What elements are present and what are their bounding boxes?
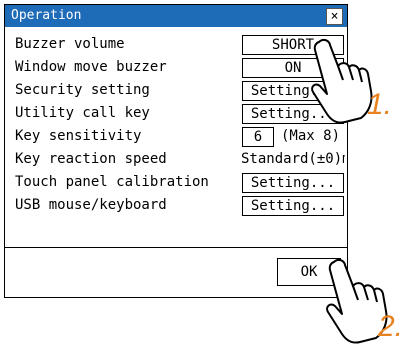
operation-dialog: Operation × Buzzer volume SHORT Window m… (4, 4, 348, 298)
close-icon[interactable]: × (326, 8, 343, 25)
key-sensitivity-max: (Max 8) (281, 128, 341, 144)
window-move-buzzer-label: Window move buzzer (15, 59, 167, 75)
key-reaction-speed-value[interactable]: Standard(±0)m (241, 150, 345, 168)
key-reaction-speed-label: Key reaction speed (15, 151, 167, 167)
buzzer-volume-label: Buzzer volume (15, 36, 125, 52)
security-setting-label: Security setting (15, 82, 150, 98)
usb-mouse-keyboard-label: USB mouse/keyboard (15, 197, 167, 213)
step-2-label: 2. (378, 310, 404, 343)
utility-call-key-label: Utility call key (15, 105, 150, 121)
key-sensitivity-input[interactable]: 6 (242, 127, 274, 147)
key-sensitivity-label: Key sensitivity (15, 128, 142, 144)
touch-panel-calibration-label: Touch panel calibration (15, 174, 209, 190)
step-1-label: 1. (367, 88, 393, 121)
divider (5, 247, 347, 248)
touch-panel-calibration-button[interactable]: Setting... (242, 173, 344, 193)
dialog-title: Operation (11, 8, 82, 23)
usb-mouse-keyboard-button[interactable]: Setting... (242, 196, 344, 216)
title-bar: Operation × (5, 5, 347, 27)
